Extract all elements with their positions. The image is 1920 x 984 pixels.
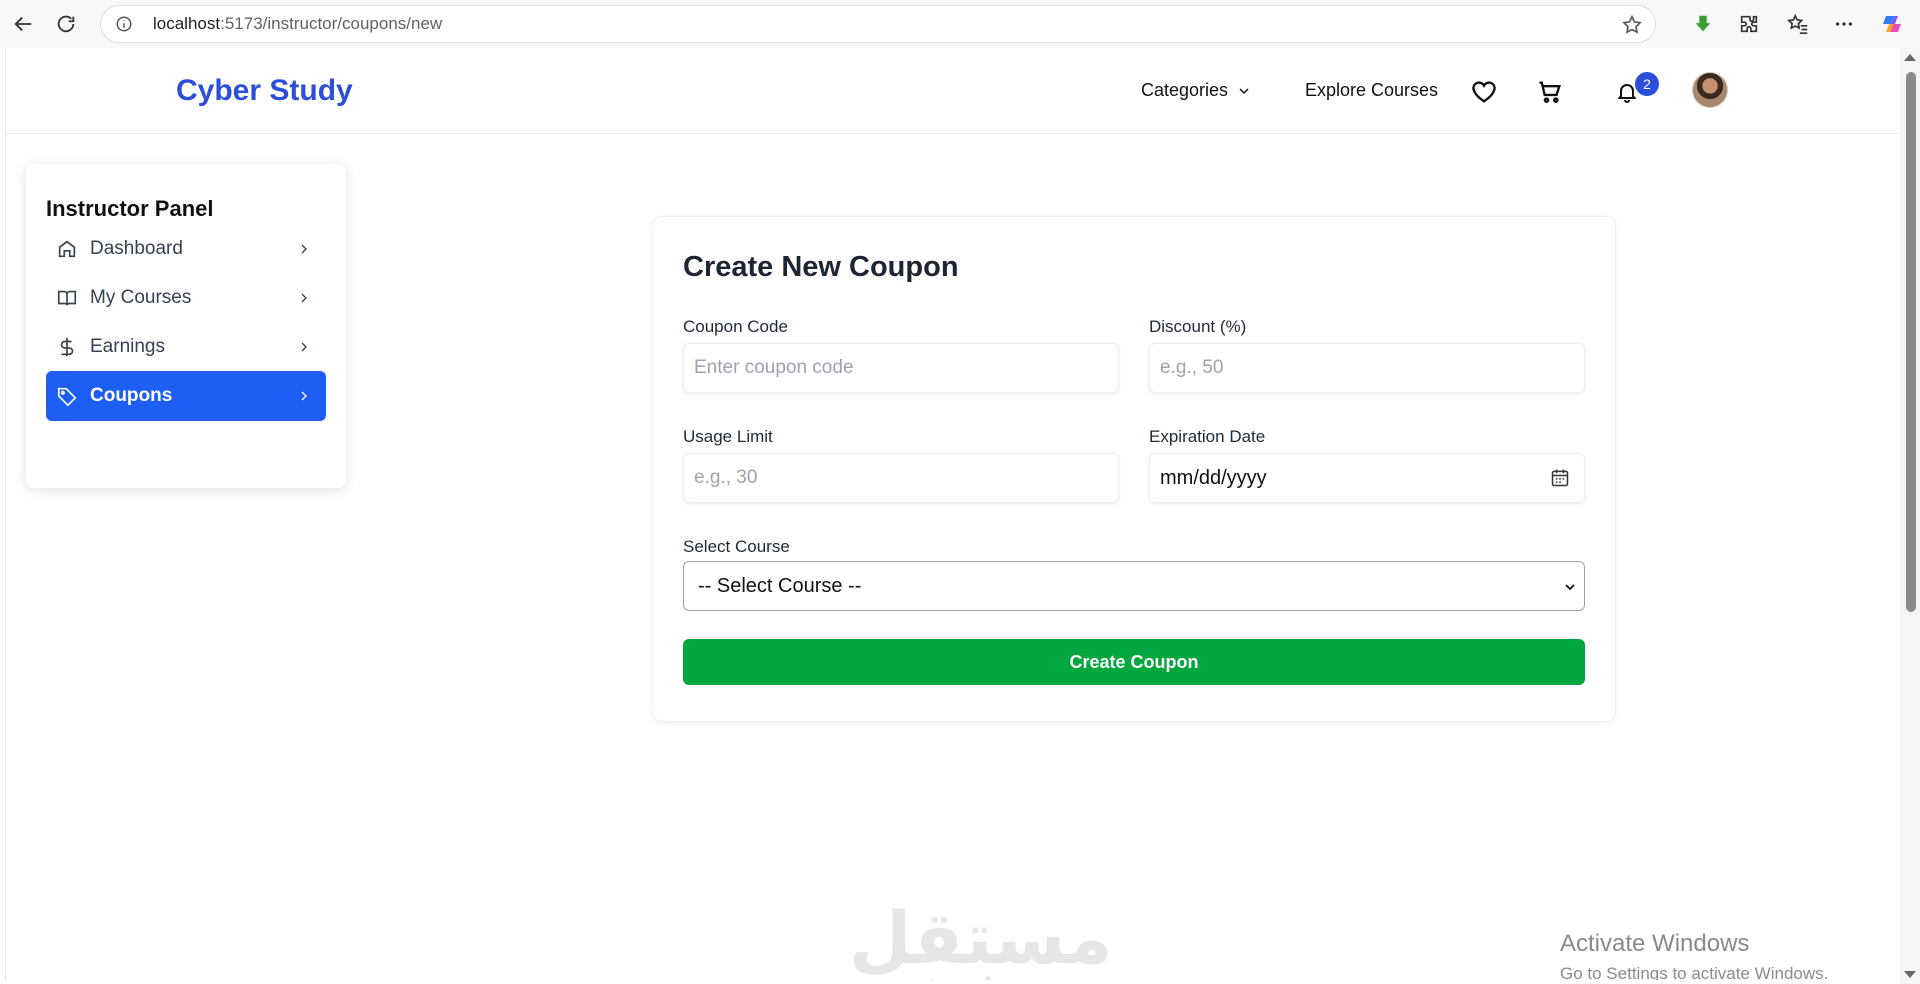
create-coupon-card: Create New Coupon Coupon Code Discount (… — [652, 216, 1616, 722]
sidebar-title: Instructor Panel — [46, 196, 214, 221]
activate-windows-notice: Activate Windows Go to Settings to activ… — [1560, 930, 1828, 980]
discount-input[interactable] — [1149, 343, 1585, 393]
reload-icon[interactable] — [42, 0, 90, 48]
activate-windows-title: Activate Windows — [1560, 930, 1750, 957]
sidebar-item-label: Earnings — [90, 336, 165, 357]
course-select[interactable]: -- Select Course -- — [683, 561, 1585, 611]
favorite-star-icon[interactable] — [1621, 14, 1643, 36]
instructor-sidebar: Instructor Panel Dashboard My Courses Ea… — [26, 164, 346, 488]
extensions-icon[interactable] — [1737, 12, 1761, 36]
back-icon[interactable] — [0, 0, 48, 48]
calendar-icon[interactable] — [1550, 468, 1570, 488]
mostaql-watermark-latin: mostaql.com — [849, 970, 1082, 980]
sidebar-item-earnings[interactable]: Earnings — [46, 322, 326, 372]
page-scrollbar[interactable] — [1900, 48, 1920, 984]
scroll-down-icon[interactable] — [1904, 971, 1916, 978]
site-logo[interactable]: Cyber Study — [176, 74, 353, 108]
address-bar[interactable]: localhost:5173/instructor/coupons/new — [100, 5, 1656, 43]
expiration-date-input[interactable]: mm/dd/yyyy — [1149, 453, 1585, 503]
heart-icon[interactable] — [1470, 78, 1498, 106]
sidebar-item-coupons[interactable]: Coupons — [46, 371, 326, 421]
expiration-date-label: Expiration Date — [1149, 427, 1266, 446]
usage-limit-input[interactable] — [683, 453, 1119, 503]
site-header: Cyber Study Categories Explore Courses 2 — [6, 48, 1899, 134]
notification-badge: 2 — [1635, 72, 1659, 96]
sidebar-item-dashboard[interactable]: Dashboard — [46, 224, 326, 274]
more-options-icon[interactable] — [1832, 12, 1856, 36]
categories-menu[interactable]: Categories — [1141, 80, 1252, 101]
activate-windows-subtitle: Go to Settings to activate Windows. — [1560, 964, 1829, 980]
sidebar-item-my-courses[interactable]: My Courses — [46, 273, 326, 323]
coupon-code-label: Coupon Code — [683, 317, 788, 336]
chevron-down-icon — [1565, 584, 1575, 591]
course-select-value: -- Select Course -- — [698, 574, 862, 597]
user-avatar[interactable] — [1692, 72, 1728, 108]
chevron-right-icon — [301, 293, 307, 303]
site-info-icon[interactable] — [115, 15, 133, 33]
favorites-list-icon[interactable] — [1786, 12, 1810, 36]
chevron-down-icon — [1239, 87, 1249, 94]
scroll-up-icon[interactable] — [1904, 54, 1916, 61]
dollar-icon — [60, 337, 74, 357]
coupon-code-input[interactable] — [683, 343, 1119, 393]
url-text: localhost:5173/instructor/coupons/new — [153, 14, 443, 33]
chevron-right-icon — [301, 244, 307, 254]
sidebar-item-label: My Courses — [90, 287, 192, 308]
sidebar-item-label: Dashboard — [90, 238, 183, 259]
mostaql-watermark-arabic: مستقل — [849, 896, 1113, 980]
explore-courses-link[interactable]: Explore Courses — [1305, 80, 1438, 101]
copilot-icon[interactable] — [1880, 12, 1904, 36]
page-title: Create New Coupon — [683, 251, 959, 283]
tag-icon — [57, 387, 77, 407]
download-extension-icon[interactable] — [1691, 12, 1715, 36]
cart-icon[interactable] — [1536, 78, 1564, 106]
chevron-right-icon — [301, 391, 307, 401]
expiration-date-value: mm/dd/yyyy — [1160, 466, 1267, 489]
scroll-thumb[interactable] — [1906, 72, 1916, 612]
create-coupon-button[interactable]: Create Coupon — [683, 639, 1585, 685]
book-icon — [57, 290, 77, 306]
home-icon — [58, 240, 76, 258]
browser-toolbar: localhost:5173/instructor/coupons/new — [0, 0, 1920, 48]
discount-label: Discount (%) — [1149, 317, 1247, 336]
web-page: Cyber Study Categories Explore Courses 2… — [5, 48, 1899, 980]
sidebar-item-label: Coupons — [90, 385, 173, 406]
chevron-right-icon — [301, 342, 307, 352]
select-course-label: Select Course — [683, 537, 790, 556]
usage-limit-label: Usage Limit — [683, 427, 773, 446]
categories-label: Categories — [1141, 80, 1229, 100]
